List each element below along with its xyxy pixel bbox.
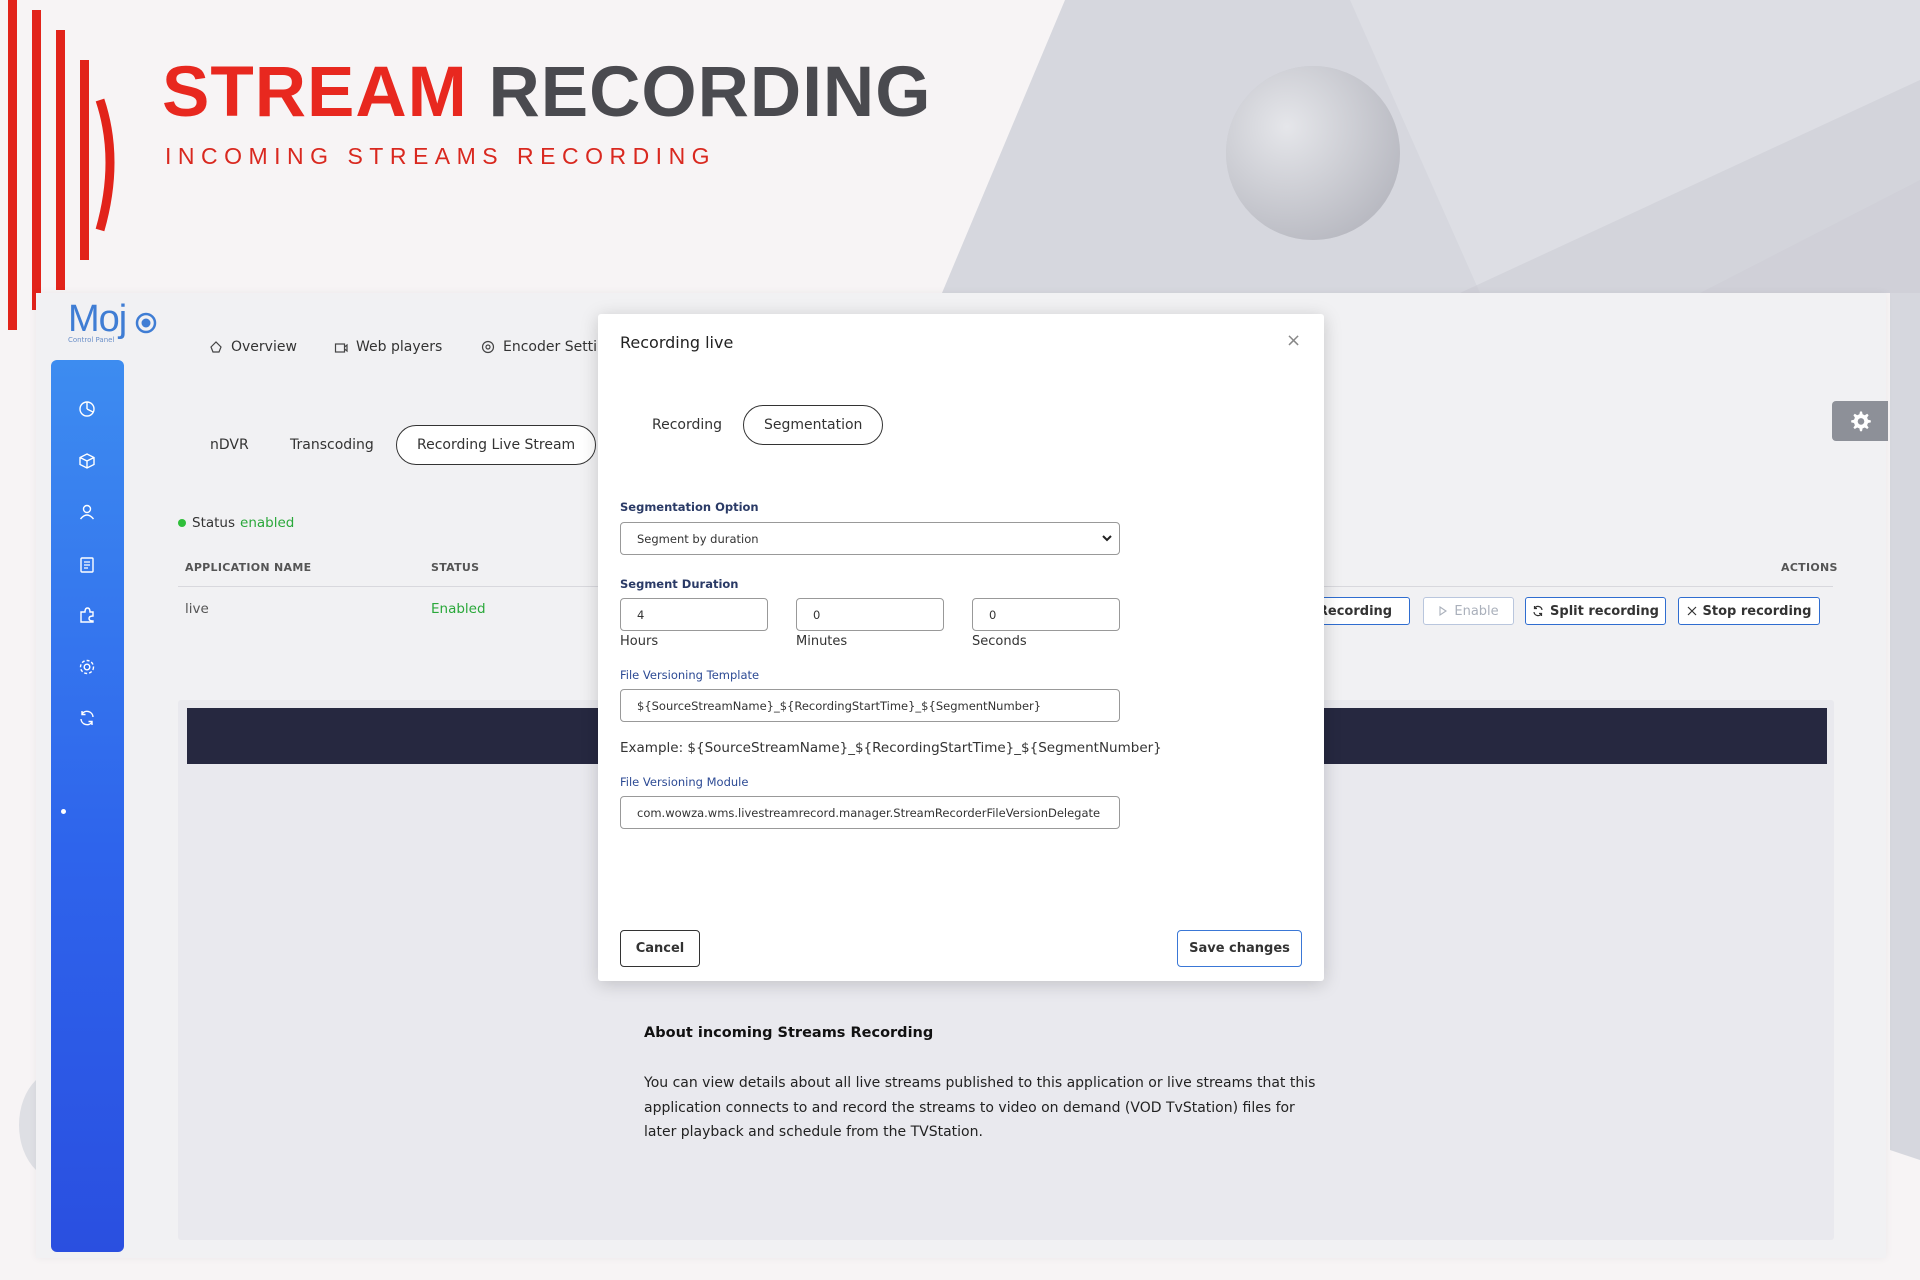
topnav-overview[interactable]: Overview bbox=[209, 336, 297, 358]
hero-subtitle: INCOMING STREAMS RECORDING bbox=[165, 143, 717, 169]
hero-title-word2: RECORDING bbox=[488, 53, 932, 132]
stop-recording-button[interactable]: Stop recording bbox=[1678, 597, 1820, 625]
topnav-encoder-settings[interactable]: Encoder Setting bbox=[481, 336, 615, 358]
hours-label: Hours bbox=[620, 634, 659, 649]
cancel-button[interactable]: Cancel bbox=[620, 930, 700, 967]
settings-fab[interactable] bbox=[1832, 401, 1888, 441]
cube-icon[interactable] bbox=[75, 449, 99, 473]
brand-stripes-logo bbox=[8, 0, 115, 330]
enable-button[interactable]: Enable bbox=[1423, 597, 1514, 625]
gear-icon bbox=[1851, 411, 1871, 432]
about-text: You can view details about all live stre… bbox=[644, 1075, 1316, 1140]
seconds-label: Seconds bbox=[972, 634, 1027, 649]
user-icon[interactable] bbox=[75, 500, 99, 524]
header-application-name: APPLICATION NAME bbox=[185, 561, 312, 574]
hero-title-word1: STREAM bbox=[162, 53, 468, 132]
chevron-down-icon bbox=[1102, 535, 1112, 542]
overview-icon bbox=[210, 341, 222, 353]
split-icon bbox=[1533, 605, 1543, 617]
recording-live-modal: Recording live × Recording Segmentation … bbox=[598, 314, 1324, 981]
clipboard-icon[interactable] bbox=[75, 552, 99, 576]
status-value: enabled bbox=[240, 515, 295, 531]
encoder-icon bbox=[481, 340, 495, 354]
segmentation-option-value: Segment by duration bbox=[637, 531, 759, 546]
minutes-input[interactable]: 0 bbox=[796, 598, 944, 631]
file-versioning-module-label: File Versioning Module bbox=[620, 775, 749, 789]
modal-close-button[interactable]: × bbox=[1286, 330, 1301, 351]
gear-icon[interactable] bbox=[75, 655, 99, 679]
logo-target-icon bbox=[135, 312, 157, 334]
save-changes-button[interactable]: Save changes bbox=[1177, 930, 1302, 967]
template-example: Example: ${SourceStreamName}_${Recording… bbox=[620, 740, 1162, 756]
segmentation-option-label: Segmentation Option bbox=[620, 500, 759, 514]
modal-title: Recording live bbox=[620, 333, 734, 352]
subtab-transcoding[interactable]: Transcoding bbox=[290, 425, 374, 465]
puzzle-icon[interactable] bbox=[75, 603, 99, 627]
modal-tab-recording[interactable]: Recording bbox=[652, 405, 722, 445]
file-versioning-module-input[interactable]: com.wowza.wms.livestreamrecord.manager.S… bbox=[620, 796, 1120, 829]
segment-duration-label: Segment Duration bbox=[620, 577, 739, 591]
header-status: STATUS bbox=[431, 561, 480, 574]
minutes-label: Minutes bbox=[796, 634, 848, 649]
active-indicator bbox=[61, 809, 66, 814]
hours-input[interactable]: 4 bbox=[620, 598, 768, 631]
file-versioning-template-label: File Versioning Template bbox=[620, 668, 760, 682]
subtab-ndvr[interactable]: nDVR bbox=[210, 425, 249, 465]
topnav-overview-label: Overview bbox=[231, 339, 297, 355]
file-versioning-template-input[interactable]: ${SourceStreamName}_${RecordingStartTime… bbox=[620, 689, 1120, 722]
split-recording-button[interactable]: Split recording bbox=[1525, 597, 1666, 625]
logo-subtitle: Control Panel bbox=[68, 336, 115, 344]
row-status: Enabled bbox=[431, 601, 486, 617]
recording-button-label: Recording bbox=[1317, 603, 1393, 619]
close-icon bbox=[1687, 606, 1696, 616]
logo-text: Moj bbox=[68, 298, 127, 340]
topnav-web-players[interactable]: Web players bbox=[334, 336, 442, 358]
pie-chart-icon[interactable] bbox=[75, 397, 99, 421]
row-application-name: live bbox=[185, 601, 209, 617]
app-logo[interactable]: Moj Control Panel bbox=[68, 298, 163, 348]
topnav-web-players-label: Web players bbox=[356, 339, 443, 355]
seconds-input[interactable]: 0 bbox=[972, 598, 1120, 631]
sidebar bbox=[51, 360, 124, 1252]
stop-recording-button-label: Stop recording bbox=[1702, 603, 1812, 619]
web-players-icon bbox=[334, 343, 348, 353]
enable-button-label: Enable bbox=[1454, 603, 1499, 619]
status-dot bbox=[178, 519, 186, 527]
play-icon bbox=[1439, 606, 1448, 616]
modal-tab-segmentation[interactable]: Segmentation bbox=[743, 405, 884, 445]
status-line: Status enabled bbox=[178, 515, 294, 531]
refresh-icon[interactable] bbox=[75, 706, 99, 730]
segmentation-option-select[interactable]: Segment by duration bbox=[620, 522, 1120, 555]
split-recording-button-label: Split recording bbox=[1550, 603, 1659, 619]
about-title: About incoming Streams Recording bbox=[644, 1025, 934, 1041]
hero-title: STREAM RECORDING bbox=[162, 52, 931, 133]
header-actions: ACTIONS bbox=[1781, 561, 1838, 574]
subtab-recording-live-stream[interactable]: Recording Live Stream bbox=[396, 425, 597, 465]
status-label: Status bbox=[192, 515, 236, 531]
